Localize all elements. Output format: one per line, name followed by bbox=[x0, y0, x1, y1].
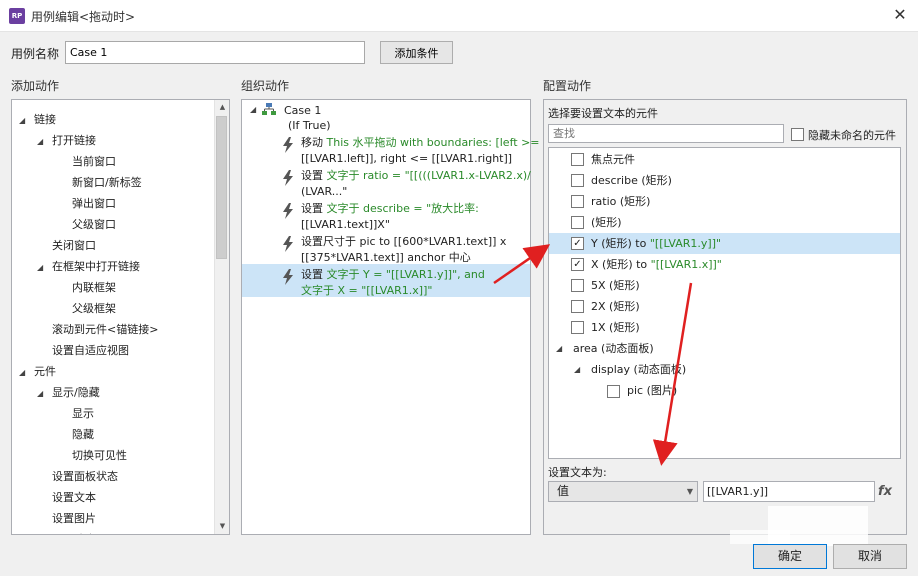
arrow-to-value-input bbox=[652, 282, 693, 466]
arrow-to-y-item bbox=[493, 244, 551, 285]
annotation-arrows bbox=[493, 244, 693, 466]
